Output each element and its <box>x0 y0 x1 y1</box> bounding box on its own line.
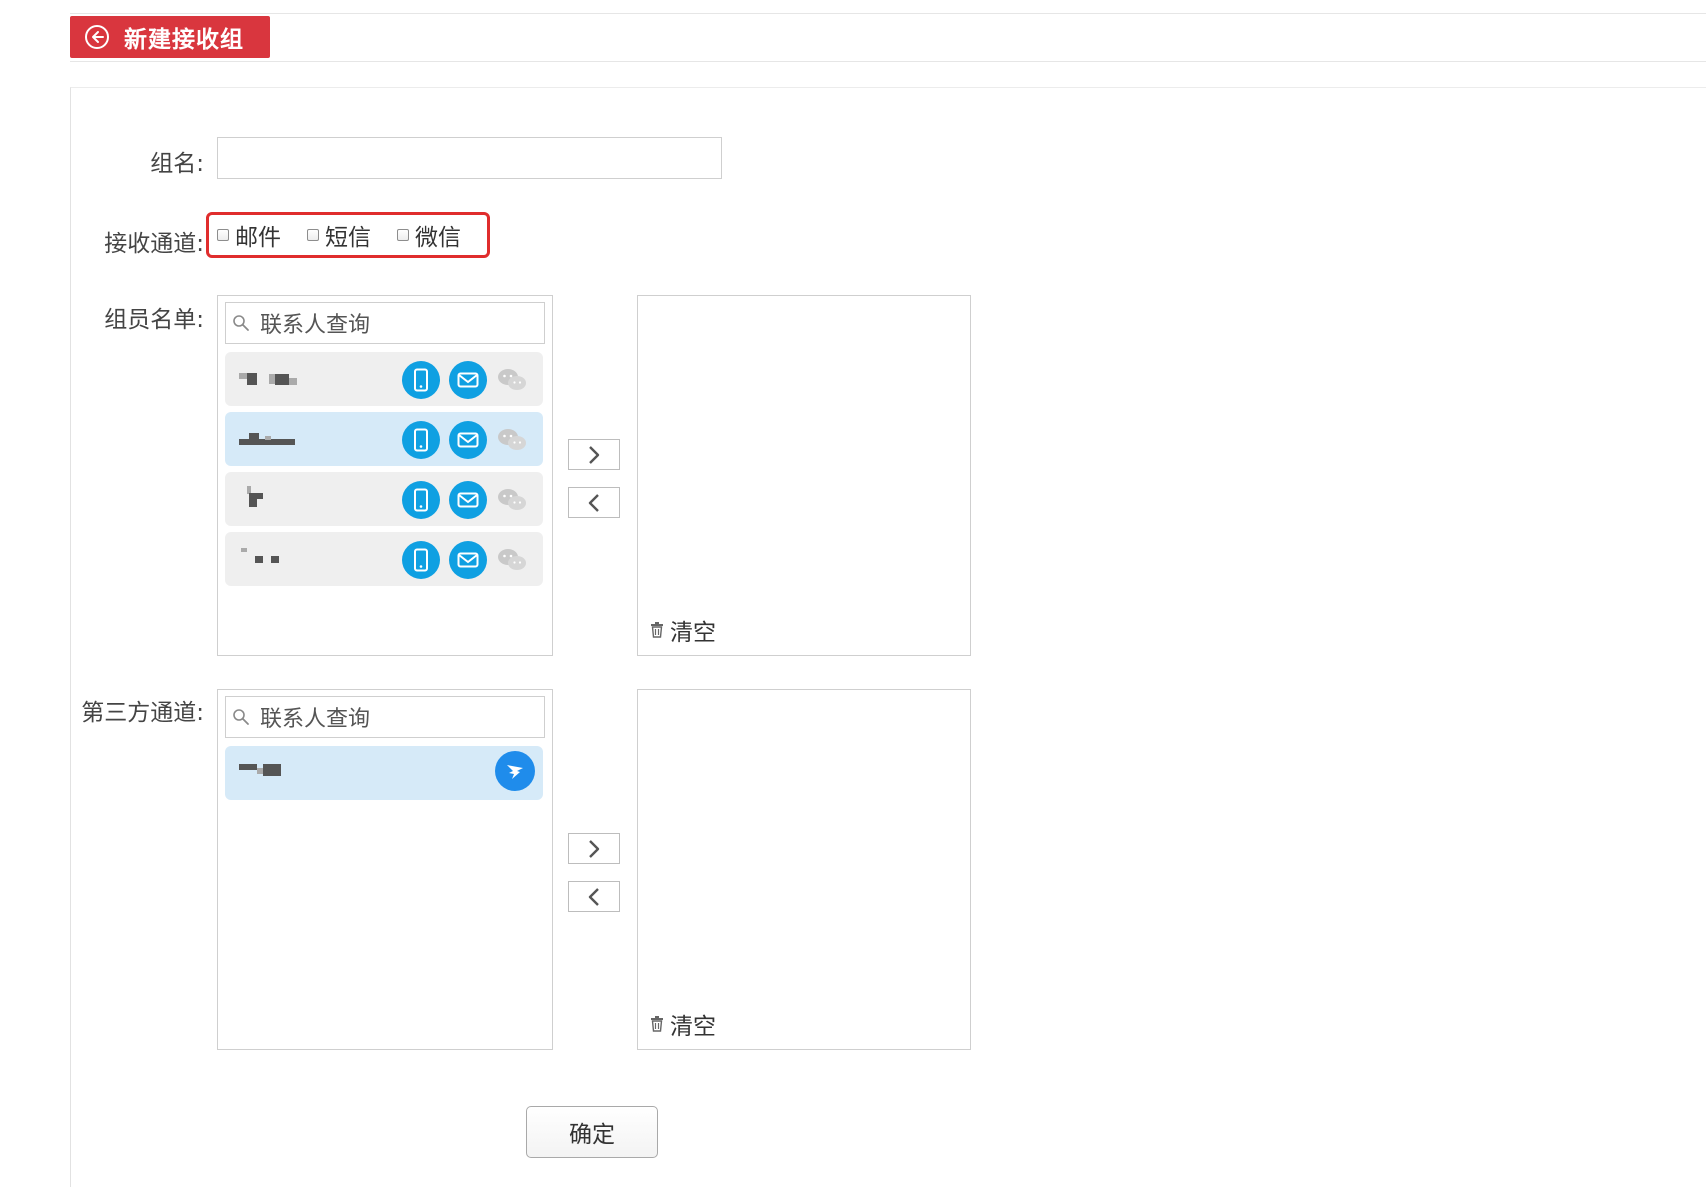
mail-icon[interactable] <box>449 541 487 579</box>
chevron-left-icon <box>588 887 599 906</box>
third-party-label: 第三方通道: <box>81 700 204 726</box>
clear-members-button[interactable]: 清空 <box>650 613 716 647</box>
group-name-label: 组名: <box>150 151 204 177</box>
phone-icon[interactable] <box>402 421 440 459</box>
list-item[interactable] <box>225 352 543 406</box>
search-placeholder: 联系人查询 <box>260 707 371 732</box>
search-icon <box>233 315 249 331</box>
chevron-right-icon <box>589 839 600 858</box>
list-item[interactable] <box>225 532 543 586</box>
clear-third-party-button[interactable]: 清空 <box>650 1007 716 1041</box>
wechat-icon[interactable] <box>497 426 527 454</box>
circle-arrow-left-icon <box>85 25 109 49</box>
channel-label: 邮件 <box>235 225 281 251</box>
third-party-search-input[interactable]: 联系人查询 <box>225 696 545 738</box>
list-item[interactable] <box>225 746 543 800</box>
checkbox-box[interactable] <box>307 229 319 241</box>
wechat-icon[interactable] <box>497 366 527 394</box>
header-bar: 新建接收组 <box>70 13 1706 62</box>
wechat-icon[interactable] <box>497 546 527 574</box>
back-button[interactable]: 新建接收组 <box>70 16 270 58</box>
move-left-button[interactable] <box>568 487 620 518</box>
wechat-icon[interactable] <box>497 486 527 514</box>
phone-icon[interactable] <box>402 361 440 399</box>
phone-icon[interactable] <box>402 541 440 579</box>
dingtalk-icon[interactable] <box>495 751 535 791</box>
mail-icon[interactable] <box>449 361 487 399</box>
channel-label: 短信 <box>325 225 371 251</box>
channel-label: 微信 <box>415 225 461 251</box>
page-title: 新建接收组 <box>124 27 244 53</box>
confirm-button[interactable]: 确定 <box>526 1106 658 1158</box>
group-name-input[interactable] <box>217 137 722 179</box>
members-search-input[interactable]: 联系人查询 <box>225 302 545 344</box>
mail-icon[interactable] <box>449 481 487 519</box>
list-item[interactable] <box>225 412 543 466</box>
chevron-right-icon <box>589 445 600 464</box>
members-target-list[interactable]: 清空 <box>637 295 971 656</box>
move-left-button[interactable] <box>568 881 620 912</box>
move-right-button[interactable] <box>568 439 620 470</box>
list-item[interactable] <box>225 472 543 526</box>
clear-label: 清空 <box>670 1014 716 1040</box>
third-party-target-list[interactable]: 清空 <box>637 689 971 1050</box>
chevron-left-icon <box>588 493 599 512</box>
checkbox-box[interactable] <box>397 229 409 241</box>
checkbox-box[interactable] <box>217 229 229 241</box>
clear-label: 清空 <box>670 620 716 646</box>
mail-icon[interactable] <box>449 421 487 459</box>
channels-label: 接收通道: <box>104 231 204 257</box>
move-right-button[interactable] <box>568 833 620 864</box>
search-icon <box>233 709 249 725</box>
search-placeholder: 联系人查询 <box>260 313 371 338</box>
members-source-list[interactable]: 联系人查询 <box>217 295 553 656</box>
trash-icon <box>651 622 663 638</box>
trash-icon <box>651 1016 663 1032</box>
channel-email-checkbox[interactable]: 邮件 <box>217 218 281 252</box>
channel-wechat-checkbox[interactable]: 微信 <box>397 218 461 252</box>
channel-sms-checkbox[interactable]: 短信 <box>307 218 371 252</box>
phone-icon[interactable] <box>402 481 440 519</box>
channels-group: 邮件 短信 微信 <box>206 212 490 258</box>
members-label: 组员名单: <box>104 307 204 333</box>
third-party-source-list[interactable]: 联系人查询 <box>217 689 553 1050</box>
